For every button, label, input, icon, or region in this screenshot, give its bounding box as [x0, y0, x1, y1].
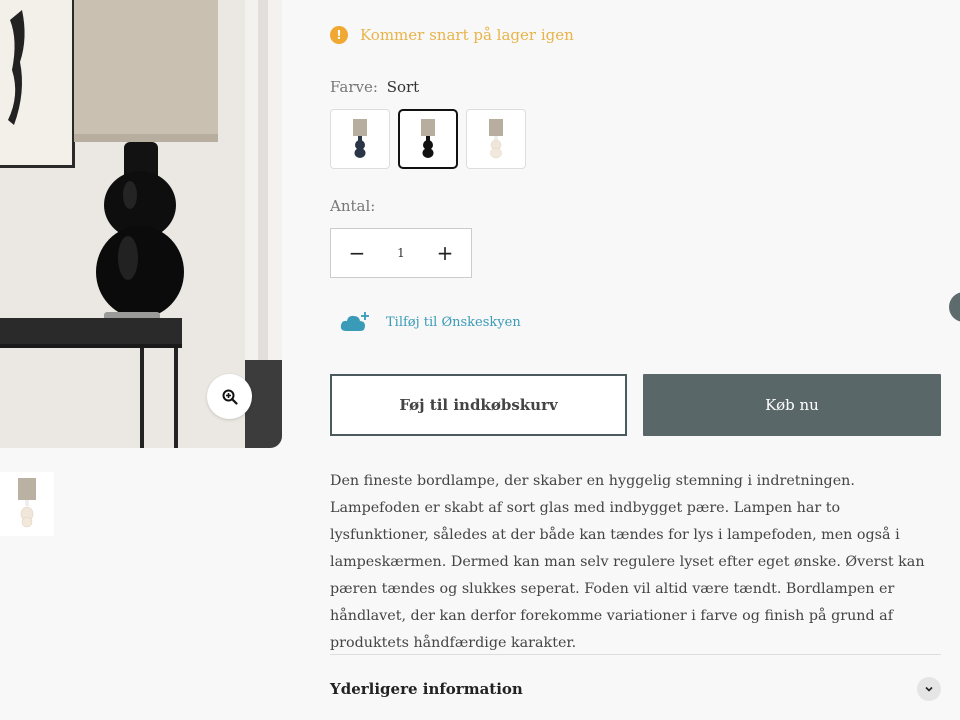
- chevron-down-icon: [917, 677, 941, 701]
- color-label-text: Farve:: [330, 78, 378, 96]
- add-to-cart-button[interactable]: Føj til indkøbskurv: [330, 374, 627, 436]
- quantity-label: Antal:: [330, 197, 376, 215]
- product-description: Den fineste bordlampe, der skaber en hyg…: [330, 473, 925, 651]
- wishlist-link[interactable]: Tilføj til Ønskeskyen: [340, 311, 521, 333]
- thumbnail-clear-lamp[interactable]: [0, 472, 54, 536]
- color-label: Farve: Sort: [330, 78, 419, 96]
- side-widget-button[interactable]: [949, 292, 960, 322]
- more-info-title: Yderligere information: [330, 680, 523, 698]
- buy-now-button[interactable]: Køb nu: [643, 374, 941, 436]
- quantity-increase-button[interactable]: +: [419, 229, 471, 277]
- more-info-accordion[interactable]: Yderligere information: [330, 677, 941, 701]
- swatch-navy[interactable]: [330, 109, 390, 169]
- quantity-input[interactable]: 1: [386, 246, 416, 260]
- swatch-clear[interactable]: [466, 109, 526, 169]
- swatch-black[interactable]: [398, 109, 458, 169]
- quantity-stepper: − 1 +: [330, 228, 472, 278]
- color-swatches: [330, 109, 526, 169]
- stock-notice: ! Kommer snart på lager igen: [330, 26, 574, 44]
- zoom-in-icon: [222, 389, 238, 405]
- cloud-plus-icon: [340, 312, 369, 331]
- exclamation-icon: !: [330, 26, 348, 44]
- color-selected-value: Sort: [386, 78, 420, 96]
- zoom-button[interactable]: [207, 374, 252, 419]
- wishlist-label: Tilføj til Ønskeskyen: [386, 314, 521, 330]
- stock-notice-text: Kommer snart på lager igen: [360, 26, 574, 44]
- divider: [330, 654, 941, 655]
- quantity-decrease-button[interactable]: −: [331, 229, 383, 277]
